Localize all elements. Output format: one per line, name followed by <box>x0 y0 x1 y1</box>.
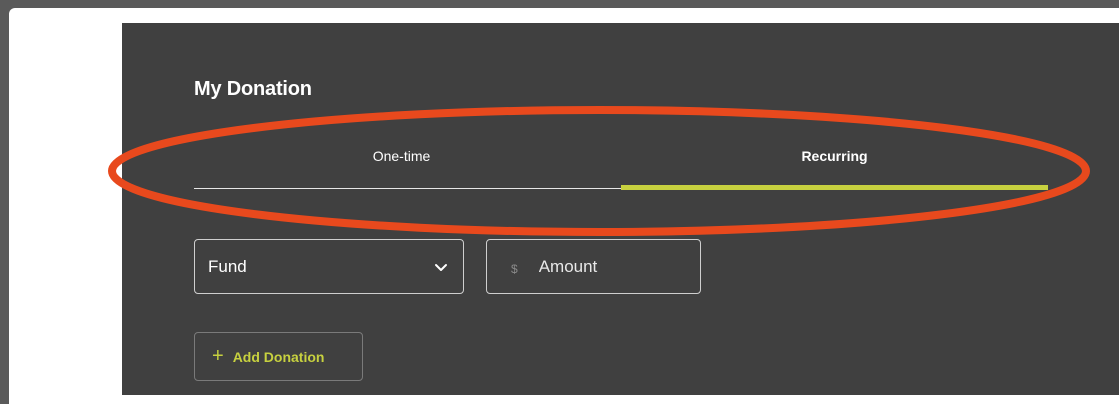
tab-one-time[interactable]: One-time <box>194 138 621 189</box>
currency-symbol: $ <box>511 261 518 276</box>
donation-title: My Donation <box>194 78 312 100</box>
chevron-down-icon <box>435 263 447 271</box>
fund-select-value: Fund <box>208 256 247 276</box>
fund-select[interactable]: Fund <box>194 239 464 294</box>
tab-recurring[interactable]: Recurring <box>621 138 1048 190</box>
amount-input[interactable] <box>538 256 679 277</box>
plus-icon: + <box>212 344 224 367</box>
add-donation-button[interactable]: + Add Donation <box>194 332 363 381</box>
add-donation-label: Add Donation <box>232 348 325 365</box>
tab-one-time-label: One-time <box>372 148 431 164</box>
donation-type-tabs: One-time Recurring <box>194 138 1048 190</box>
amount-field[interactable]: $ <box>486 239 701 294</box>
tab-recurring-label: Recurring <box>801 148 868 164</box>
